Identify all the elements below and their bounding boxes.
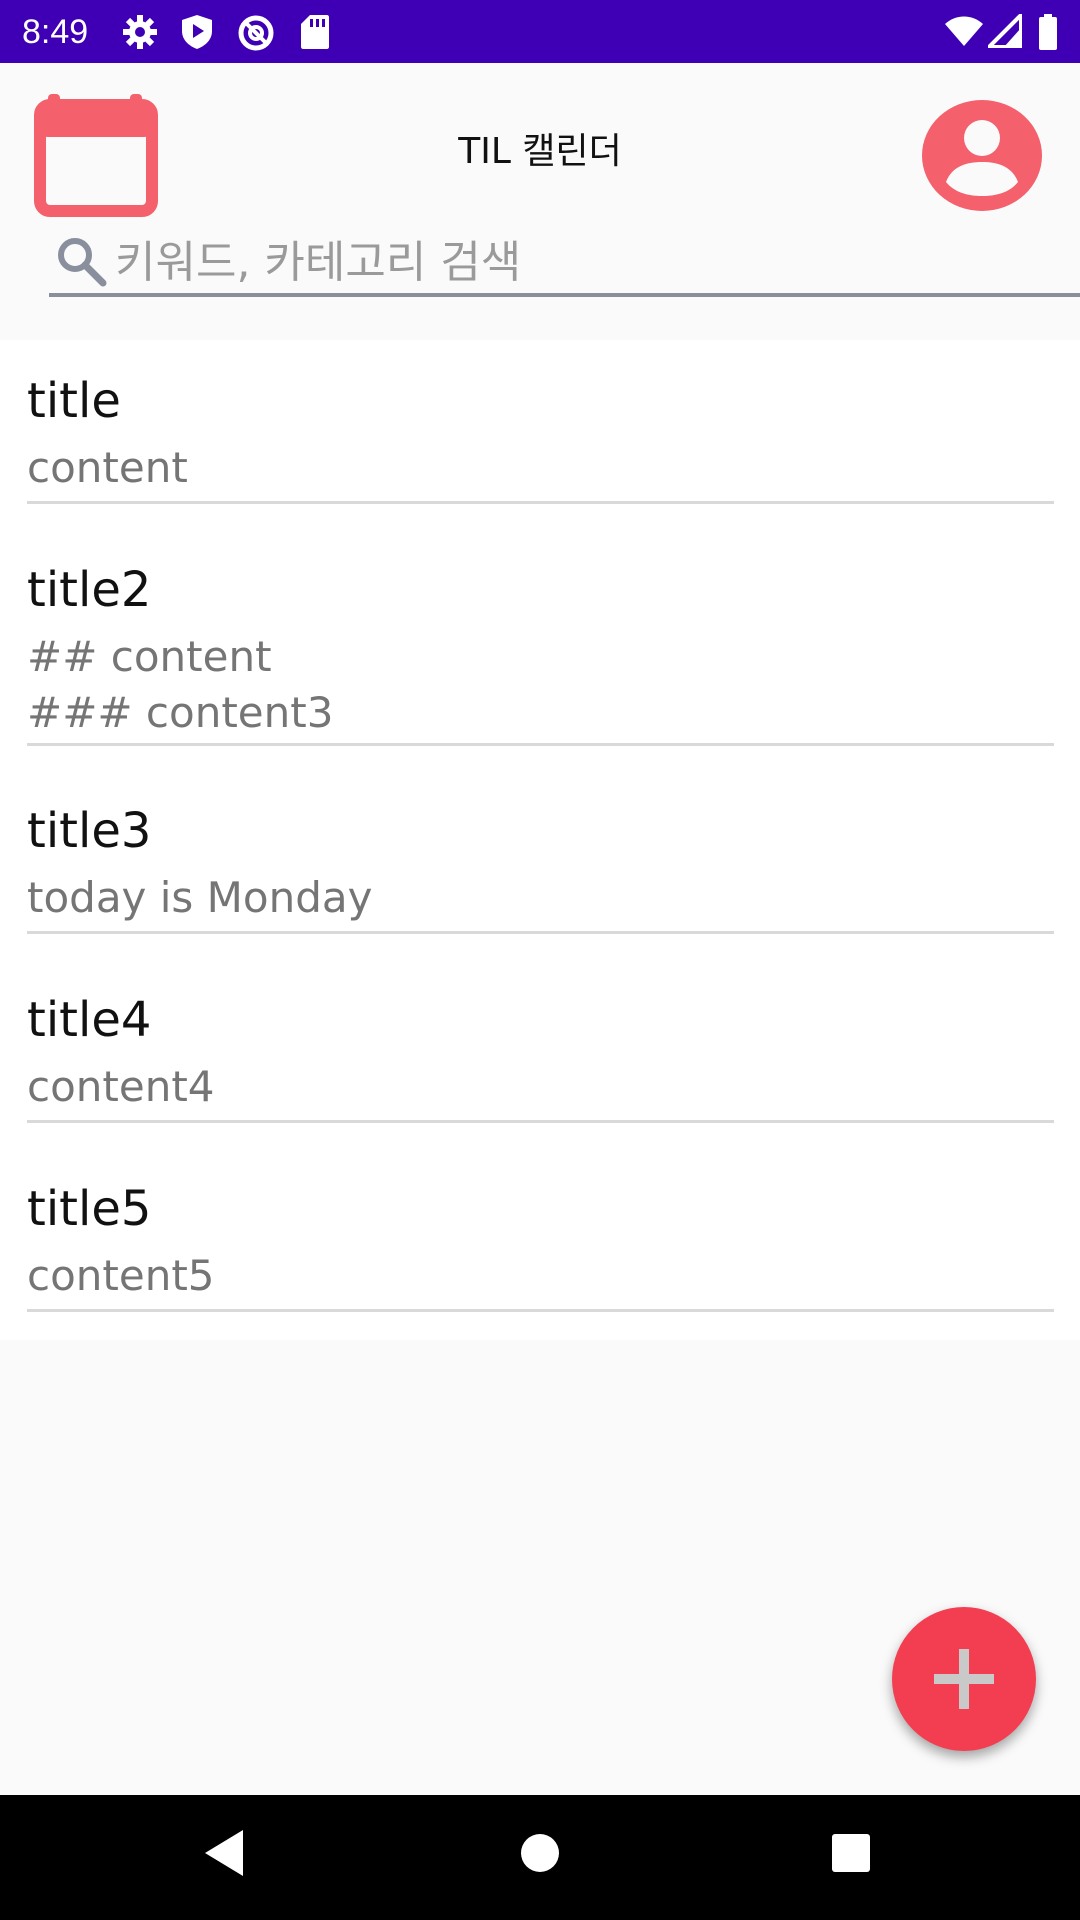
list-item[interactable]: title4 content4 <box>27 959 1054 1123</box>
navigation-bar <box>0 1795 1080 1920</box>
list-item[interactable]: title5 content5 <box>27 1148 1054 1312</box>
battery-icon <box>1039 14 1057 50</box>
list-item[interactable]: title3 today is Monday <box>27 770 1054 934</box>
page-title: TIL 캘린더 <box>458 131 622 172</box>
search-icon <box>58 238 107 287</box>
wifi-icon <box>945 16 983 46</box>
post-title: title4 <box>27 992 152 1048</box>
account-circle-icon <box>922 100 1042 211</box>
search-input[interactable] <box>115 233 1055 291</box>
post-list: title content title2 ## content ### cont… <box>0 340 1080 1340</box>
list-item[interactable]: title2 ## content ### content3 <box>27 529 1054 746</box>
post-title: title3 <box>27 803 152 859</box>
settings-icon <box>123 15 157 49</box>
sd-card-icon <box>301 15 329 49</box>
play-protect-icon <box>182 15 212 49</box>
add-icon <box>934 1649 994 1709</box>
list-item[interactable]: title content <box>27 340 1054 504</box>
post-title: title5 <box>27 1181 152 1237</box>
vpn-icon <box>238 15 274 51</box>
profile-button[interactable] <box>922 100 1042 211</box>
post-content: ## content ### content3 <box>27 632 334 737</box>
add-post-button[interactable] <box>892 1607 1036 1751</box>
home-icon[interactable] <box>520 1833 560 1873</box>
recents-icon[interactable] <box>831 1833 871 1873</box>
post-title: title2 <box>27 562 152 618</box>
post-content: content <box>27 443 188 492</box>
post-content: content5 <box>27 1251 215 1300</box>
post-content: content4 <box>27 1062 215 1111</box>
post-content: today is Monday <box>27 873 373 922</box>
back-icon[interactable] <box>203 1828 245 1878</box>
status-time: 8:49 <box>22 13 89 51</box>
status-bar: 8:49 <box>0 0 1080 63</box>
post-title: title <box>27 373 121 429</box>
signal-icon <box>988 14 1022 48</box>
search-bar <box>49 233 1080 297</box>
app-bar: TIL 캘린더 <box>0 63 1080 340</box>
